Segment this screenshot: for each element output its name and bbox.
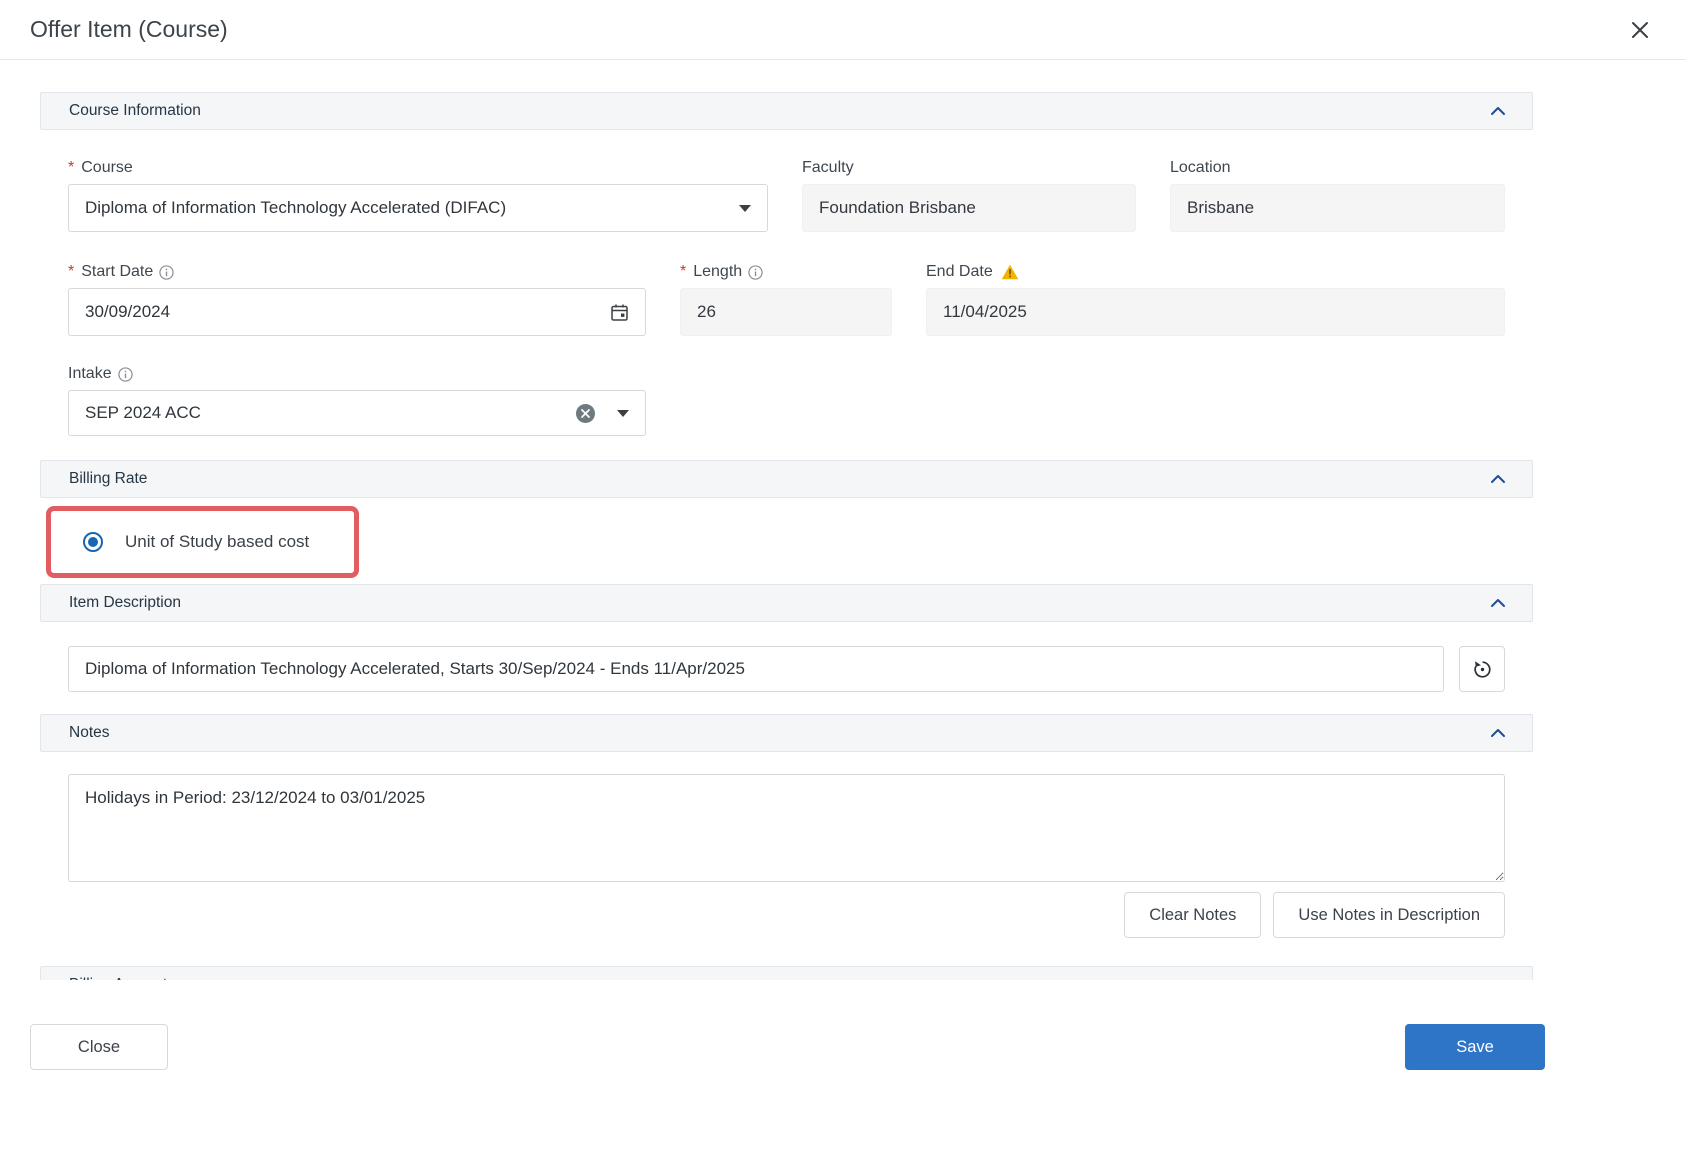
- section-title-billing-amount: Billing Amount: [69, 976, 167, 980]
- section-billing-amount: Billing Amount: [40, 966, 1533, 980]
- length-label: * Length: [680, 262, 892, 282]
- collapse-chevron-icon[interactable]: [1490, 106, 1506, 116]
- end-date-label: End Date: [926, 262, 1505, 282]
- section-header-course-information[interactable]: Course Information: [40, 92, 1533, 130]
- section-header-item-description[interactable]: Item Description: [40, 584, 1533, 622]
- offer-item-modal: Offer Item (Course) Course Information *: [0, 0, 1686, 1070]
- location-field-group: Location Brisbane: [1170, 158, 1505, 232]
- start-date-input[interactable]: [85, 289, 598, 335]
- section-notes: Notes Holidays in Period: 23/12/2024 to …: [40, 714, 1533, 938]
- faculty-field-group: Faculty Foundation Brisbane: [802, 158, 1136, 232]
- section-billing-rate: Billing Rate Unit of Study based cost: [40, 460, 1533, 578]
- end-date-field-group: End Date 11/04/2025: [926, 262, 1505, 336]
- highlight-annotation: Unit of Study based cost: [46, 506, 359, 578]
- section-header-billing-rate[interactable]: Billing Rate: [40, 460, 1533, 498]
- section-title-billing-rate: Billing Rate: [69, 470, 148, 487]
- modal-footer: Close Save: [0, 980, 1686, 1070]
- section-header-billing-amount[interactable]: Billing Amount: [40, 966, 1533, 980]
- info-icon[interactable]: [117, 366, 133, 382]
- course-select-value: Diploma of Information Technology Accele…: [85, 198, 507, 217]
- location-label: Location: [1170, 159, 1231, 176]
- section-item-description: Item Description: [40, 584, 1533, 692]
- info-icon[interactable]: [159, 264, 174, 280]
- collapse-chevron-icon[interactable]: [1490, 474, 1506, 484]
- intake-field-group: Intake SEP 2024 ACC: [68, 364, 646, 436]
- collapse-chevron-icon[interactable]: [1490, 728, 1506, 738]
- required-marker: *: [68, 263, 75, 280]
- radio-dot: [88, 537, 98, 547]
- history-icon: [1472, 659, 1493, 680]
- reset-description-button[interactable]: [1459, 646, 1505, 692]
- course-label: * Course: [68, 159, 133, 176]
- calendar-icon[interactable]: [610, 303, 629, 322]
- required-marker: *: [680, 263, 687, 280]
- course-field-group: * Course Diploma of Information Technolog…: [68, 158, 768, 232]
- notes-actions: Clear Notes Use Notes in Description: [68, 892, 1505, 938]
- notes-textarea[interactable]: Holidays in Period: 23/12/2024 to 03/01/…: [68, 774, 1505, 882]
- warning-icon: [1001, 264, 1019, 280]
- modal-title: Offer Item (Course): [30, 16, 228, 42]
- end-date-field: 11/04/2025: [926, 288, 1505, 336]
- section-header-notes[interactable]: Notes: [40, 714, 1533, 752]
- use-notes-in-description-button[interactable]: Use Notes in Description: [1273, 892, 1505, 938]
- length-field: 26: [680, 288, 892, 336]
- close-button[interactable]: Close: [30, 1024, 168, 1070]
- location-field: Brisbane: [1170, 184, 1505, 232]
- info-icon[interactable]: [748, 264, 763, 280]
- modal-header: Offer Item (Course): [0, 0, 1686, 60]
- section-title-notes: Notes: [69, 724, 110, 741]
- section-title-item-description: Item Description: [69, 594, 181, 611]
- collapse-chevron-icon[interactable]: [1490, 598, 1506, 608]
- required-marker: *: [68, 159, 75, 176]
- length-field-group: * Length 26: [680, 262, 892, 336]
- unit-of-study-radio-label[interactable]: Unit of Study based cost: [125, 532, 309, 552]
- clear-icon[interactable]: [574, 402, 597, 425]
- section-course-information: Course Information * Course Diploma of In…: [40, 92, 1533, 436]
- unit-of-study-radio[interactable]: [83, 532, 103, 552]
- start-date-label: * Start Date: [68, 262, 646, 282]
- faculty-field: Foundation Brisbane: [802, 184, 1136, 232]
- intake-label: Intake: [68, 364, 646, 384]
- item-description-input[interactable]: [68, 646, 1444, 692]
- save-button[interactable]: Save: [1405, 1024, 1545, 1070]
- start-date-field-group: * Start Date: [68, 262, 646, 336]
- course-information-body: * Course Diploma of Information Technolog…: [40, 158, 1533, 436]
- intake-select[interactable]: SEP 2024 ACC: [68, 390, 646, 436]
- course-select[interactable]: Diploma of Information Technology Accele…: [68, 184, 768, 232]
- faculty-label: Faculty: [802, 159, 854, 176]
- modal-body: Course Information * Course Diploma of In…: [0, 60, 1686, 980]
- chevron-down-icon[interactable]: [739, 204, 751, 212]
- intake-select-value: SEP 2024 ACC: [85, 403, 201, 422]
- section-title-course-information: Course Information: [69, 102, 201, 119]
- clear-notes-button[interactable]: Clear Notes: [1124, 892, 1262, 938]
- start-date-input-wrap: [68, 288, 646, 336]
- chevron-down-icon[interactable]: [617, 409, 629, 417]
- close-icon[interactable]: [1624, 14, 1656, 46]
